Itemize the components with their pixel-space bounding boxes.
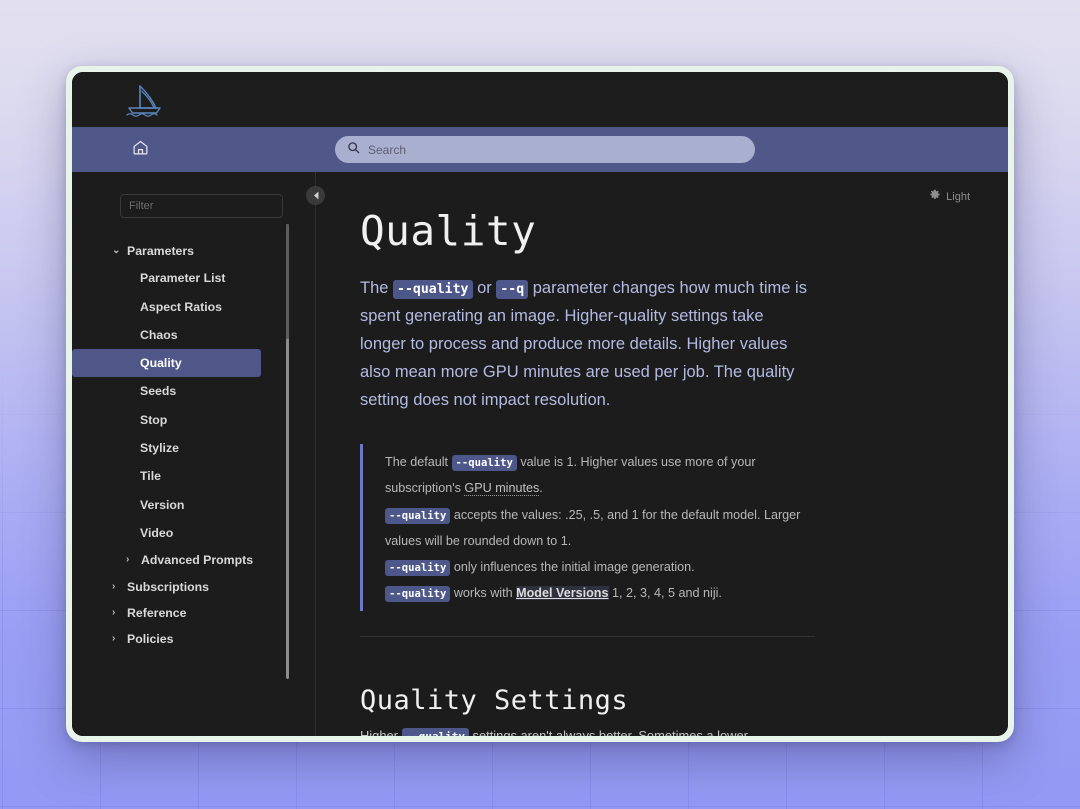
home-button[interactable] — [118, 139, 162, 161]
code-chip-quality: --quality — [385, 559, 451, 576]
chevron-right-icon: › — [112, 580, 116, 592]
theme-toggle-button[interactable]: Light — [929, 189, 970, 204]
chevron-right-icon: › — [126, 554, 130, 566]
code-chip-quality: --quality — [451, 455, 517, 472]
quality-settings-section: Quality Settings Higher --quality settin… — [360, 685, 932, 736]
sidebar-group-label: Advanced Prompts — [141, 553, 254, 568]
settings-text-2: settings aren't always better. Sometimes… — [468, 727, 748, 736]
app-window-inner: ⌄ Parameters Parameter ListAspect RatiosCh… — [72, 72, 1008, 736]
intro-text-1: The — [360, 279, 394, 297]
sidebar-item-stop[interactable]: Stop — [72, 406, 261, 434]
sidebar-collapse-button[interactable] — [306, 186, 325, 205]
code-chip-quality: --quality — [385, 585, 451, 602]
callout-line-1: The default --quality value is 1. Higher… — [385, 449, 810, 501]
callout-1-text-3: . — [539, 481, 543, 496]
sidebar-item-seeds[interactable]: Seeds — [72, 377, 261, 405]
sidebar-group-label: Policies — [127, 632, 174, 647]
sidebar-group-advanced-prompts[interactable]: › Advanced Prompts — [72, 547, 298, 573]
sidebar-group-subscriptions[interactable]: › Subscriptions — [72, 574, 298, 600]
theme-toggle-label: Light — [946, 190, 970, 203]
sidebar-group-label: Subscriptions — [127, 579, 209, 594]
chevron-right-icon: › — [112, 607, 116, 618]
content-area: Light Quality The --quality or --q param… — [298, 172, 1008, 736]
callout-line-2: --quality accepts the values: .25, .5, a… — [385, 502, 810, 554]
sidebar-group-label: Parameters — [127, 244, 194, 258]
sidebar-group-parameters[interactable]: ⌄ Parameters — [72, 238, 298, 264]
sidebar-item-quality[interactable]: Quality — [72, 349, 261, 378]
gear-icon — [929, 189, 941, 204]
sidebar-item-parameter-list[interactable]: Parameter List — [72, 264, 261, 292]
search-bar[interactable] — [335, 136, 755, 163]
callout-line-4: --quality works with Model Versions 1, 2… — [385, 580, 810, 606]
app-window: ⌄ Parameters Parameter ListAspect RatiosCh… — [66, 66, 1014, 742]
callout-4-text-2: 1, 2, 3, 4, 5 and niji. — [608, 585, 722, 600]
page-title: Quality — [360, 207, 537, 255]
callout-box: The default --quality value is 1. Higher… — [360, 444, 810, 611]
chevron-down-icon: ⌄ — [112, 245, 121, 257]
code-chip-quality: --quality — [401, 727, 469, 736]
callout-line-3: --quality only influences the initial im… — [385, 554, 810, 580]
chevron-left-icon — [312, 187, 320, 205]
midjourney-sailboat-logo[interactable] — [120, 82, 164, 118]
logo-bar — [72, 72, 1008, 127]
intro-text-2: or — [472, 279, 497, 297]
filter-input[interactable] — [120, 194, 283, 218]
intro-paragraph: The --quality or --q parameter changes h… — [360, 275, 812, 414]
settings-text-1: Higher — [360, 727, 402, 736]
callout-3-text-1: only influences the initial image genera… — [450, 559, 695, 574]
sidebar: ⌄ Parameters Parameter ListAspect RatiosCh… — [72, 172, 298, 736]
search-icon — [347, 141, 360, 159]
documentation-body: Quality The --quality or --q parameter c… — [298, 172, 1008, 736]
sidebar-scrollbar[interactable] — [286, 224, 289, 679]
section-heading: Quality Settings — [360, 684, 629, 716]
callout-1-text-1: The default — [385, 455, 452, 470]
code-chip-quality: --quality — [385, 507, 451, 524]
top-nav-bar — [72, 127, 1008, 172]
main-body: ⌄ Parameters Parameter ListAspect RatiosCh… — [72, 172, 1008, 736]
sidebar-item-aspect-ratios[interactable]: Aspect Ratios — [72, 293, 261, 321]
sidebar-group-policies[interactable]: › Policies — [72, 626, 298, 652]
sidebar-item-tile[interactable]: Tile — [72, 462, 261, 490]
sidebar-item-stylize[interactable]: Stylize — [72, 434, 261, 462]
sidebar-item-video[interactable]: Video — [72, 519, 261, 547]
settings-paragraph: Higher --quality settings aren't always … — [360, 726, 800, 736]
gpu-minutes-link[interactable]: GPU minutes — [464, 481, 540, 497]
section-divider — [360, 635, 815, 637]
search-input[interactable] — [368, 142, 743, 157]
sidebar-nav-tree: ⌄ Parameters Parameter List Aspect Ratios Ch… — [72, 238, 298, 652]
chevron-right-icon: › — [112, 633, 116, 645]
sidebar-group-reference[interactable]: › Reference — [72, 600, 298, 626]
callout-4-text-1: works with — [450, 585, 517, 600]
home-icon — [132, 139, 149, 161]
sidebar-item-version[interactable]: Version — [72, 491, 261, 519]
code-chip-quality: --quality — [393, 280, 473, 299]
sidebar-group-label: Reference — [127, 605, 187, 620]
model-versions-link[interactable]: Model Versions — [516, 585, 609, 600]
code-chip-q: --q — [496, 280, 529, 299]
sidebar-item-chaos[interactable]: Chaos — [72, 321, 261, 349]
